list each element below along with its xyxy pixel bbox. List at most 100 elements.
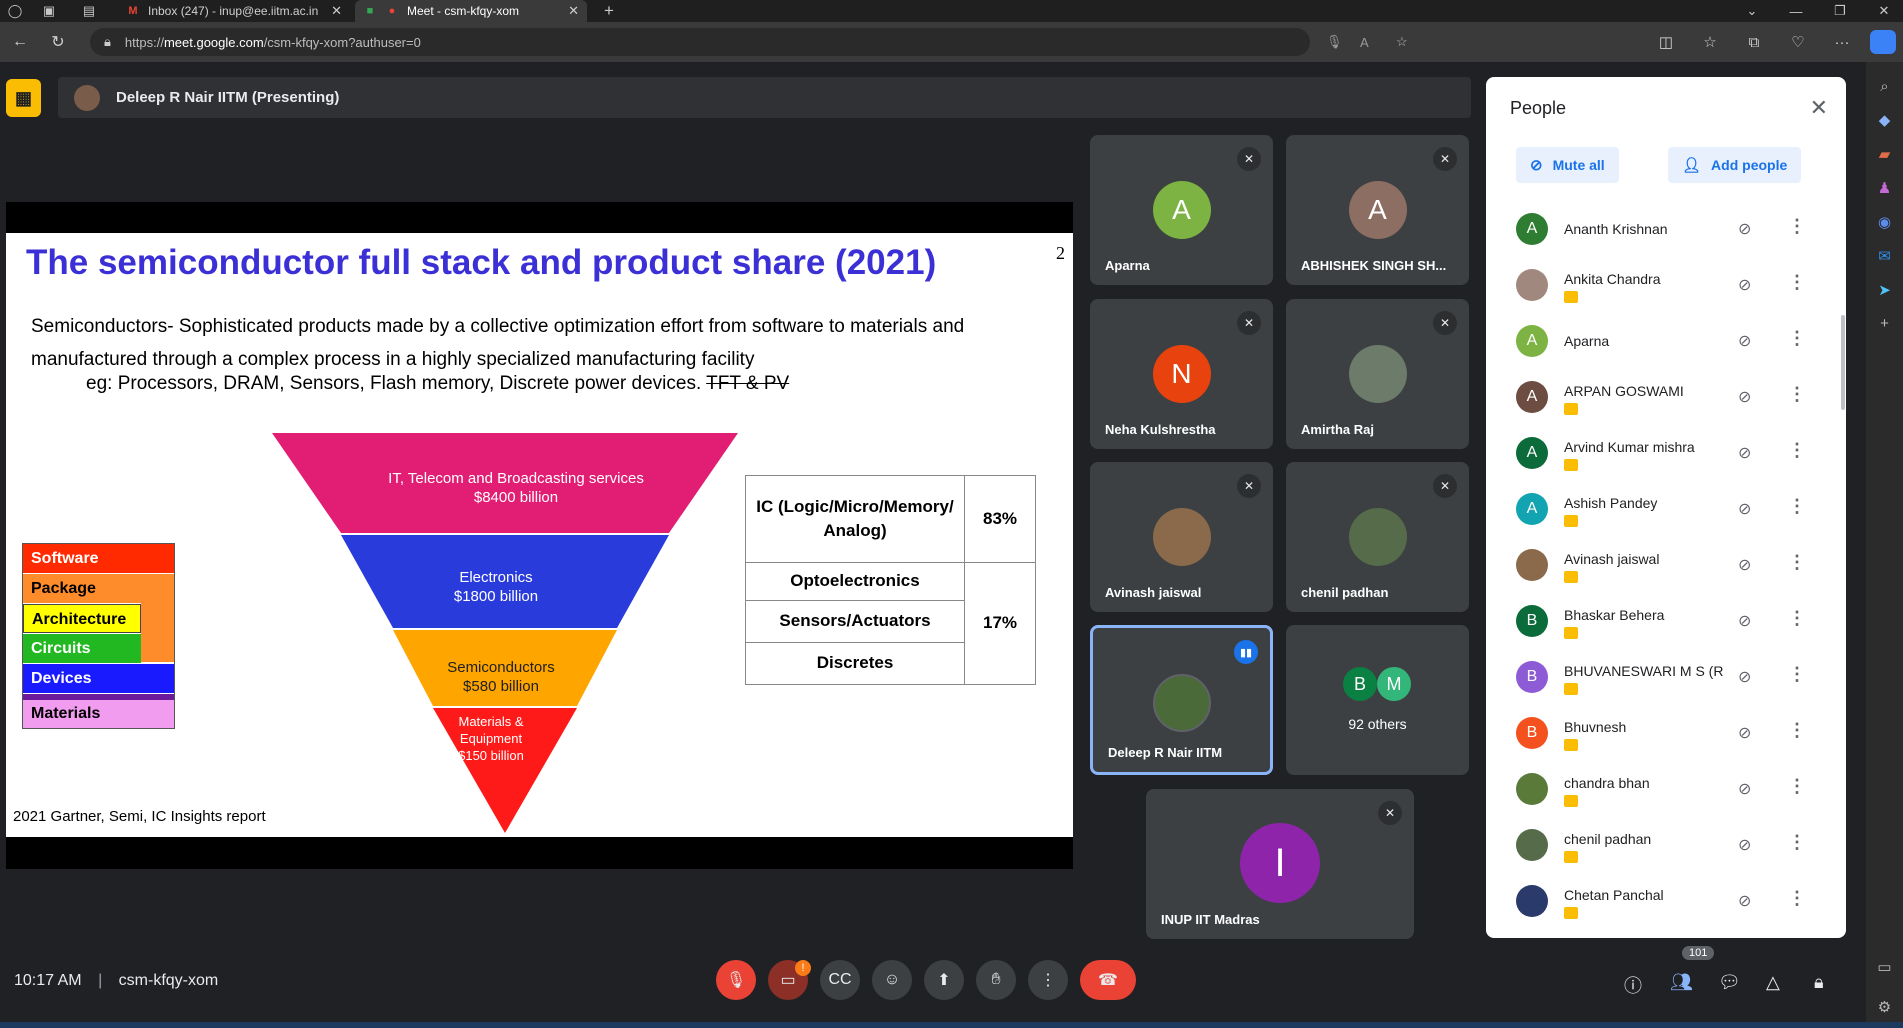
- captions-button[interactable]: CC: [820, 960, 860, 1000]
- mic-off-icon[interactable]: ⊘: [1738, 387, 1751, 407]
- more-options-icon[interactable]: ⋮: [1788, 496, 1806, 517]
- person-row[interactable]: A Arvind Kumar mishra ⊘ ⋮: [1498, 425, 1822, 481]
- mic-off-icon[interactable]: ⊘: [1738, 219, 1751, 239]
- more-options-icon[interactable]: ⋮: [1788, 608, 1806, 629]
- mic-off-icon[interactable]: ⊘: [1738, 499, 1751, 519]
- settings-icon[interactable]: ⚙: [1866, 998, 1903, 1016]
- games-icon[interactable]: ♟: [1866, 179, 1903, 197]
- search-icon[interactable]: ⌕: [1866, 78, 1903, 95]
- mute-all-button[interactable]: ⊘ Mute all: [1516, 147, 1619, 183]
- collections-icon[interactable]: ⧉: [1732, 34, 1776, 51]
- mic-off-icon[interactable]: ⊘: [1738, 779, 1751, 799]
- person-row[interactable]: chandra bhan ⊘ ⋮: [1498, 761, 1822, 817]
- close-window-icon[interactable]: ✕: [1862, 3, 1903, 19]
- present-screen-button[interactable]: ⬆: [924, 960, 964, 1000]
- more-options-icon[interactable]: ⋮: [1788, 832, 1806, 853]
- more-icon[interactable]: ···: [1820, 34, 1864, 51]
- profile-icon[interactable]: ◯: [0, 0, 30, 22]
- participant-tile[interactable]: ✕ A Aparna: [1090, 135, 1273, 285]
- mic-off-icon[interactable]: ⊘: [1738, 555, 1751, 575]
- person-row[interactable]: A Ashish Pandey ⊘ ⋮: [1498, 481, 1822, 537]
- participant-tile[interactable]: ✕ N Neha Kulshrestha: [1090, 299, 1273, 449]
- person-row[interactable]: Avinash jaiswal ⊘ ⋮: [1498, 537, 1822, 593]
- more-options-icon[interactable]: ⋮: [1788, 776, 1806, 797]
- read-aloud-icon[interactable]: A: [1360, 35, 1369, 50]
- close-tab-icon[interactable]: ✕: [331, 3, 342, 19]
- raise-hand-button[interactable]: ✋︎: [976, 960, 1016, 1000]
- tab-list-icon[interactable]: ⌄: [1730, 3, 1774, 19]
- more-options-icon[interactable]: ⋮: [1788, 384, 1806, 405]
- person-row[interactable]: A Ananth Krishnan ⊘ ⋮: [1498, 201, 1822, 257]
- mic-off-icon[interactable]: ⊘: [1738, 275, 1751, 295]
- tab-meet[interactable]: ■ ● Meet - csm-kfqy-xom ✕: [355, 0, 587, 22]
- split-screen-icon[interactable]: ◫: [1644, 33, 1688, 51]
- back-icon[interactable]: ←: [0, 33, 40, 51]
- more-options-icon[interactable]: ⋮: [1788, 888, 1806, 909]
- participant-tile[interactable]: ✕ chenil padhan: [1286, 462, 1469, 612]
- more-options-icon[interactable]: ⋮: [1788, 216, 1806, 237]
- outlook-icon[interactable]: ✉: [1866, 247, 1903, 265]
- people-icon[interactable]: 👥︎: [1670, 972, 1693, 993]
- extensions-icon[interactable]: ♡: [1776, 33, 1820, 51]
- reactions-button[interactable]: ☺: [872, 960, 912, 1000]
- close-icon[interactable]: ✕: [1810, 95, 1828, 121]
- office-icon[interactable]: ◉: [1866, 213, 1903, 231]
- more-options-icon[interactable]: ⋮: [1788, 664, 1806, 685]
- person-row[interactable]: Chetan Panchal ⊘ ⋮: [1498, 873, 1822, 929]
- favorite-star-icon[interactable]: ☆: [1396, 34, 1408, 50]
- person-row[interactable]: chenil padhan ⊘ ⋮: [1498, 817, 1822, 873]
- workspaces-icon[interactable]: ▣: [34, 0, 64, 22]
- more-options-icon[interactable]: ⋮: [1788, 720, 1806, 741]
- mic-off-icon[interactable]: ⊘: [1738, 667, 1751, 687]
- mic-off-icon: ✕: [1433, 311, 1457, 335]
- mic-icon[interactable]: 🎙︎: [1326, 34, 1343, 50]
- sidebar-layout-icon[interactable]: ▭: [1866, 958, 1903, 976]
- participant-tile[interactable]: ✕ A ABHISHEK SINGH SH...: [1286, 135, 1469, 285]
- more-options-icon[interactable]: ⋮: [1788, 328, 1806, 349]
- leave-call-button[interactable]: ☎︎: [1080, 960, 1136, 1000]
- close-tab-icon[interactable]: ✕: [568, 3, 579, 19]
- send-icon[interactable]: ➤: [1866, 281, 1903, 299]
- restore-icon[interactable]: ❐: [1818, 3, 1862, 19]
- person-row[interactable]: B Bhaskar Behera ⊘ ⋮: [1498, 593, 1822, 649]
- mic-off-icon[interactable]: ⊘: [1738, 891, 1751, 911]
- add-people-button[interactable]: 👤︎ Add people: [1668, 147, 1802, 183]
- minimize-icon[interactable]: —: [1774, 4, 1818, 19]
- more-options-icon[interactable]: ⋮: [1788, 552, 1806, 573]
- people-list-scrollbar[interactable]: [1841, 315, 1845, 410]
- person-row[interactable]: A ARPAN GOSWAMI ⊘ ⋮: [1498, 369, 1822, 425]
- person-row[interactable]: A Aparna ⊘ ⋮: [1498, 313, 1822, 369]
- person-row[interactable]: B BHUVANESWARI M S (R... ⊘ ⋮: [1498, 649, 1822, 705]
- url-field[interactable]: 🔒︎ https://meet.google.com/csm-kfqy-xom?…: [90, 28, 1408, 56]
- participant-tile[interactable]: ✕ Amirtha Raj: [1286, 299, 1469, 449]
- copilot-icon[interactable]: [1870, 30, 1896, 54]
- tab-gmail[interactable]: M Inbox (247) - inup@ee.iitm.ac.in ✕: [118, 0, 350, 22]
- more-options-button[interactable]: ⋮: [1028, 960, 1068, 1000]
- host-controls-icon[interactable]: 🔒︎: [1814, 972, 1824, 993]
- add-sidebar-icon[interactable]: +: [1866, 315, 1903, 332]
- participant-tile[interactable]: ✕ I INUP IIT Madras: [1146, 789, 1414, 939]
- mic-off-icon[interactable]: ⊘: [1738, 835, 1751, 855]
- mic-off-icon[interactable]: ⊘: [1738, 723, 1751, 743]
- tools-icon[interactable]: ▰: [1866, 145, 1903, 163]
- participant-tile-active-speaker[interactable]: ▮▮ Deleep R Nair IITM: [1090, 625, 1273, 775]
- mic-off-icon[interactable]: ⊘: [1738, 331, 1751, 351]
- presenting-indicator-icon[interactable]: ▦: [6, 79, 41, 117]
- person-row[interactable]: Ankita Chandra ⊘ ⋮: [1498, 257, 1822, 313]
- person-row[interactable]: B Bhuvnesh ⊘ ⋮: [1498, 705, 1822, 761]
- activities-icon[interactable]: △: [1766, 972, 1780, 993]
- more-options-icon[interactable]: ⋮: [1788, 440, 1806, 461]
- reload-icon[interactable]: ↻: [38, 32, 78, 52]
- mic-off-icon[interactable]: ⊘: [1738, 443, 1751, 463]
- others-tile[interactable]: B M 92 others: [1286, 625, 1469, 775]
- microphone-toggle-button[interactable]: 🎙︎: [716, 960, 756, 1000]
- shopping-icon[interactable]: ◆: [1866, 111, 1903, 129]
- more-options-icon[interactable]: ⋮: [1788, 272, 1806, 293]
- new-tab-icon[interactable]: +: [594, 0, 624, 22]
- tab-actions-icon[interactable]: ▤: [74, 0, 104, 22]
- favorites-icon[interactable]: ☆: [1688, 33, 1732, 51]
- mic-off-icon[interactable]: ⊘: [1738, 611, 1751, 631]
- chat-icon[interactable]: 💬︎: [1718, 972, 1741, 993]
- meeting-details-icon[interactable]: ⓘ: [1624, 972, 1642, 998]
- participant-tile[interactable]: ✕ Avinash jaiswal: [1090, 462, 1273, 612]
